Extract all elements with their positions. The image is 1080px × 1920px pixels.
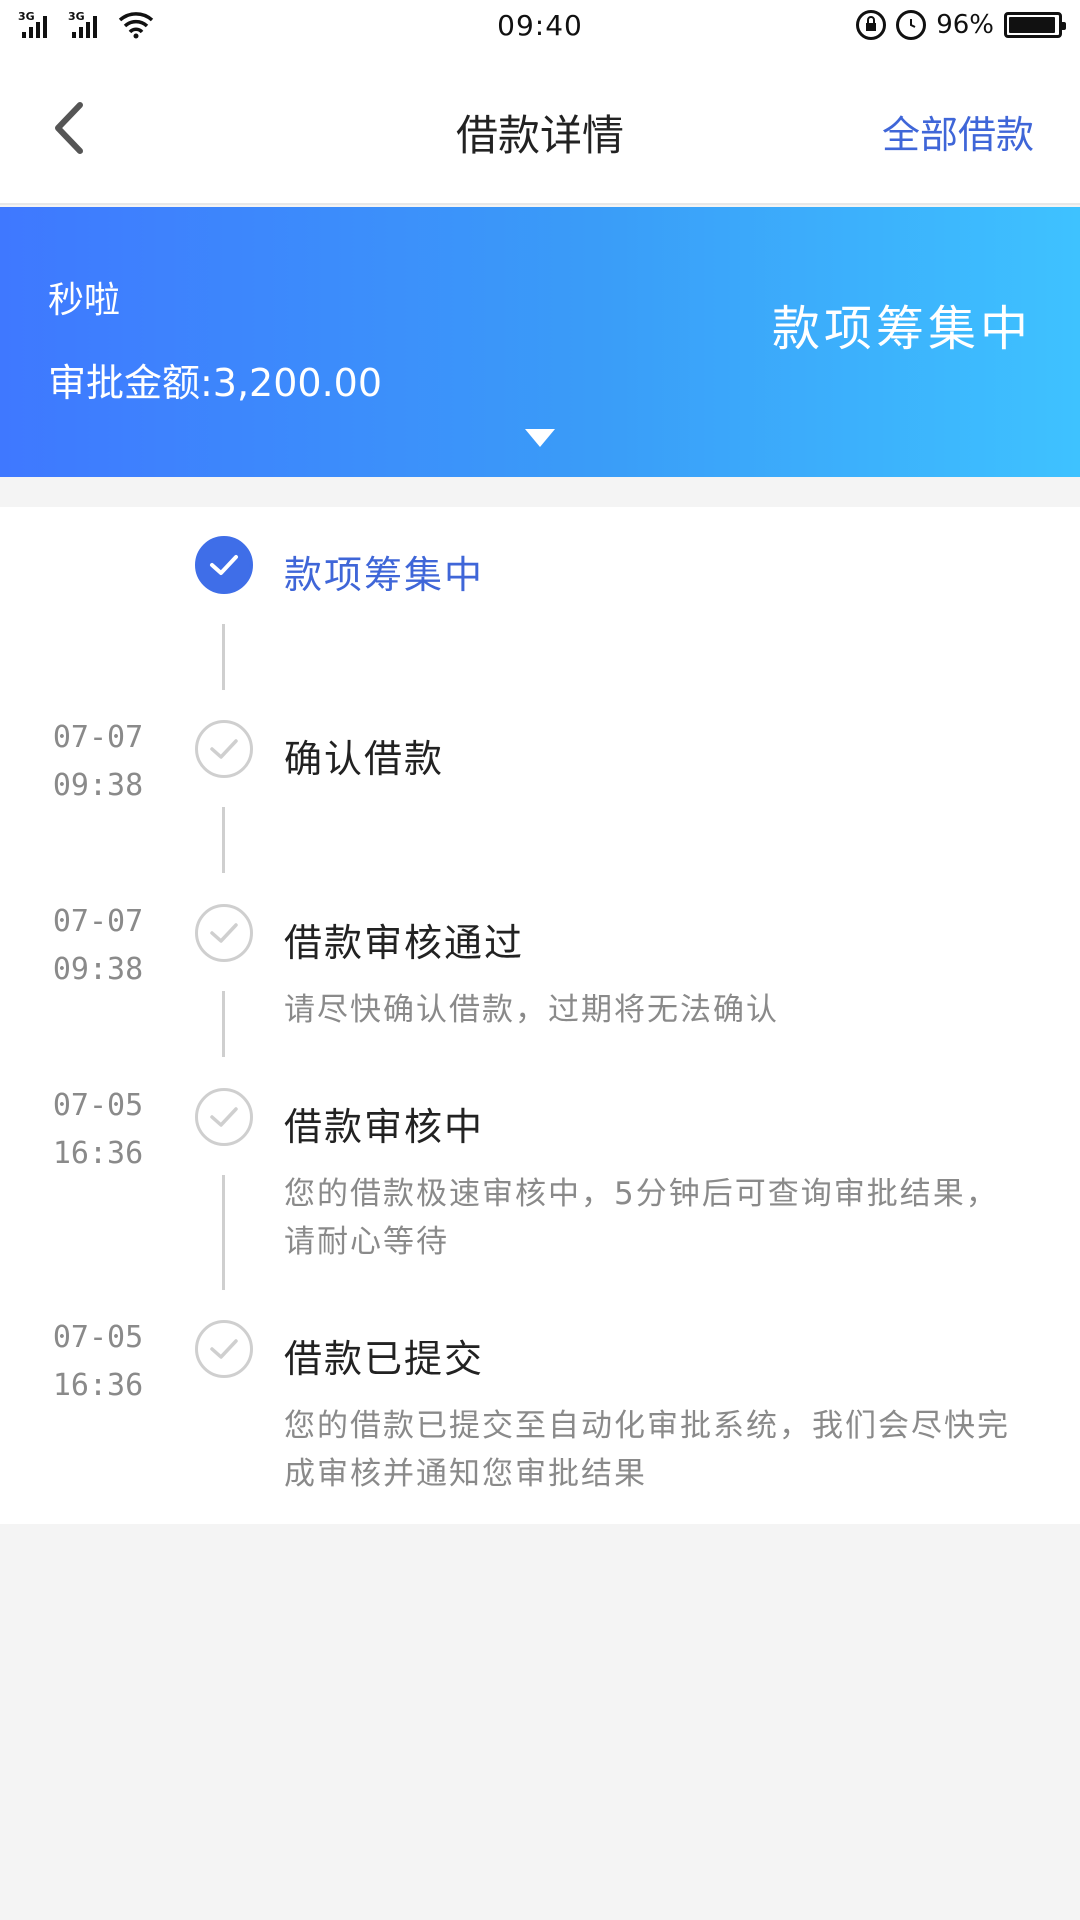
step-check-icon xyxy=(195,904,253,962)
status-bar: 3G 3G 09:40 96% xyxy=(0,0,1080,50)
rotation-lock-icon xyxy=(856,10,887,40)
step-time: 16:36 xyxy=(52,1136,144,1171)
expand-toggle-icon[interactable] xyxy=(525,429,555,447)
step-date: 07-05 xyxy=(52,1088,144,1123)
battery-level xyxy=(1009,17,1056,33)
step-timestamp: 07-07 09:38 xyxy=(28,898,168,994)
nav-bar: 借款详情 全部借款 xyxy=(0,50,1080,205)
battery-percent: 96% xyxy=(936,10,994,40)
step-description: 您的借款已提交至自动化审批系统，我们会尽快完成审核并通知您审批结果 xyxy=(284,1408,1010,1492)
timeline-connector xyxy=(222,1175,225,1290)
step-title: 借款审核中 xyxy=(284,1105,485,1149)
chevron-left-icon xyxy=(55,102,83,154)
step-date: 07-05 xyxy=(52,1320,144,1355)
step-title: 款项筹集中 xyxy=(284,553,485,597)
step-time: 09:38 xyxy=(52,768,144,803)
step-date: 07-07 xyxy=(52,720,144,755)
step-timestamp: 07-05 16:36 xyxy=(28,1314,168,1410)
timeline-connector xyxy=(222,624,225,690)
alarm-icon xyxy=(896,10,927,40)
approved-amount: 审批金额:3,200.00 xyxy=(48,361,383,405)
step-time: 16:36 xyxy=(52,1368,144,1403)
step-title: 借款已提交 xyxy=(284,1337,485,1381)
back-button[interactable] xyxy=(44,98,94,158)
step-date: 07-07 xyxy=(52,904,144,939)
loan-progress-timeline: 款项筹集中 07-07 09:38 确认借款 07-07 09:38 借款审核通… xyxy=(0,507,1080,1524)
loan-summary-banner: 秒啦 审批金额:3,200.00 款项筹集中 xyxy=(0,207,1080,477)
cellular-signal-icon: 3G xyxy=(68,10,108,40)
step-description: 您的借款极速审核中，5分钟后可查询审批结果，请耐心等待 xyxy=(284,1176,999,1260)
step-check-icon xyxy=(195,1088,253,1146)
product-name: 秒啦 xyxy=(48,280,121,321)
step-timestamp: 07-07 09:38 xyxy=(28,714,168,810)
step-complete-icon xyxy=(195,536,253,594)
timeline-connector xyxy=(222,807,225,873)
step-timestamp: 07-05 16:36 xyxy=(28,1082,168,1178)
wifi-icon xyxy=(118,12,154,39)
battery-icon xyxy=(1004,12,1066,38)
step-check-icon xyxy=(195,1320,253,1378)
step-title: 借款审核通过 xyxy=(284,921,525,965)
loan-status: 款项筹集中 xyxy=(771,301,1032,357)
step-time: 09:38 xyxy=(52,952,144,987)
timeline-connector xyxy=(222,991,225,1057)
step-check-icon xyxy=(195,720,253,778)
step-title: 确认借款 xyxy=(284,737,445,781)
all-loans-link[interactable]: 全部借款 xyxy=(882,104,1034,159)
cellular-signal-icon: 3G xyxy=(18,10,58,40)
step-description: 请尽快确认借款，过期将无法确认 xyxy=(284,992,779,1028)
